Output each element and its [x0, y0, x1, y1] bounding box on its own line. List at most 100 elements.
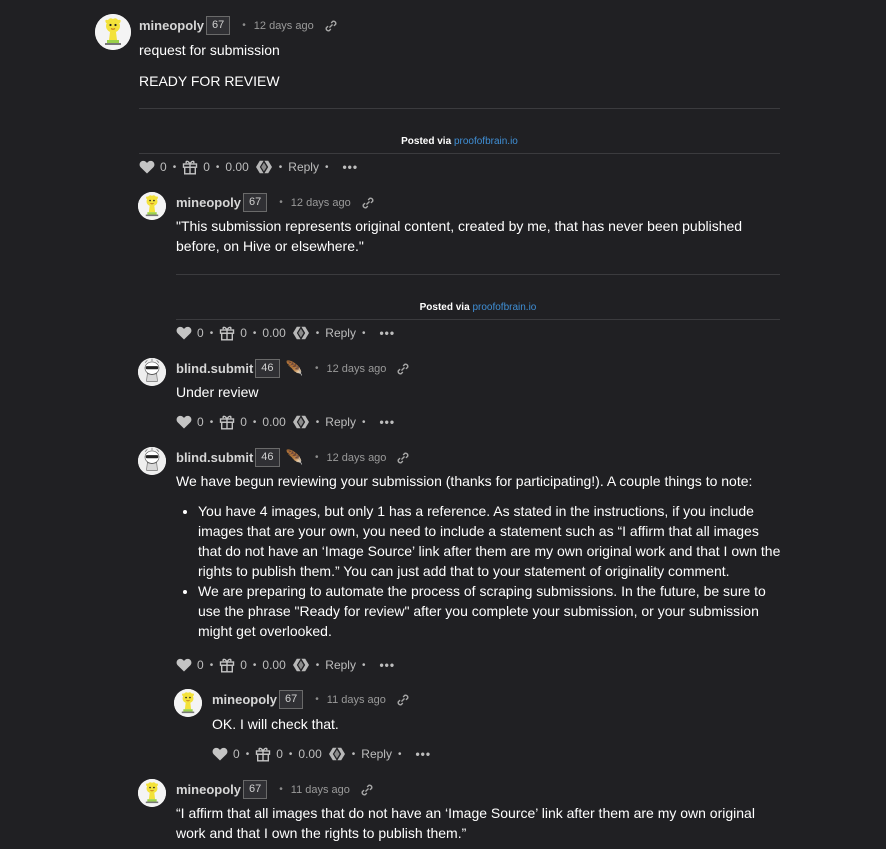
- list-item: We are preparing to automate the process…: [198, 581, 784, 641]
- comment-body: "This submission represents original con…: [176, 218, 743, 254]
- gift-icon[interactable]: [255, 746, 271, 762]
- reputation-badge: 67: [279, 690, 304, 709]
- gift-icon[interactable]: [219, 414, 235, 430]
- hive-icon: [292, 415, 310, 429]
- payout-value[interactable]: 0.00: [262, 658, 285, 672]
- vote-count[interactable]: 0: [197, 326, 204, 340]
- vote-count[interactable]: 0: [197, 658, 204, 672]
- permalink-icon[interactable]: [360, 783, 374, 797]
- upvote-heart-icon[interactable]: [176, 326, 192, 340]
- reply-button[interactable]: Reply: [325, 658, 356, 672]
- upvote-heart-icon[interactable]: [212, 747, 228, 761]
- blind-submit-avatar-icon: [138, 358, 166, 386]
- mineopoly-avatar-icon: [138, 192, 166, 220]
- separator-dot: •: [278, 161, 283, 173]
- permalink-icon[interactable]: [396, 362, 410, 376]
- separator-dot: •: [215, 161, 220, 173]
- separator-dot: •: [245, 748, 250, 760]
- more-options-button[interactable]: •••: [379, 415, 395, 429]
- comment-header: blind.submit 46 🪶 • 12 days ago: [176, 359, 410, 378]
- more-options-button[interactable]: •••: [379, 658, 395, 672]
- comment-actions: 0 • 0 • 0.00 • Reply • •••: [176, 325, 395, 341]
- gift-count: 0: [240, 658, 247, 672]
- upvote-heart-icon[interactable]: [176, 415, 192, 429]
- mineopoly-avatar-icon: [174, 689, 202, 717]
- separator-dot: •: [361, 416, 366, 428]
- separator-dot: •: [209, 416, 214, 428]
- timestamp[interactable]: 12 days ago: [326, 452, 386, 464]
- payout-value[interactable]: 0.00: [262, 326, 285, 340]
- hive-icon: [292, 658, 310, 672]
- author-name[interactable]: mineopoly: [139, 18, 204, 33]
- comment-actions: 0 • 0 • 0.00 • Reply • •••: [139, 159, 358, 175]
- separator-dot: •: [252, 416, 257, 428]
- comment-body-line: READY FOR REVIEW: [139, 73, 280, 89]
- payout-value[interactable]: 0.00: [225, 160, 248, 174]
- posted-via-link[interactable]: proofofbrain.io: [454, 136, 518, 147]
- avatar[interactable]: [138, 358, 166, 386]
- reputation-badge: 46: [255, 448, 280, 467]
- reputation-badge: 67: [243, 193, 268, 212]
- separator-dot: •: [172, 161, 177, 173]
- reply-button[interactable]: Reply: [288, 160, 319, 174]
- author-name[interactable]: blind.submit: [176, 361, 253, 376]
- reply-button[interactable]: Reply: [361, 747, 392, 761]
- author-name[interactable]: mineopoly: [176, 195, 241, 210]
- separator-dot: •: [279, 197, 283, 208]
- author-name[interactable]: blind.submit: [176, 450, 253, 465]
- hive-icon: [292, 326, 310, 340]
- more-options-button[interactable]: •••: [342, 160, 358, 174]
- divider: [139, 153, 780, 154]
- permalink-icon[interactable]: [396, 693, 410, 707]
- payout-value[interactable]: 0.00: [262, 415, 285, 429]
- timestamp[interactable]: 12 days ago: [326, 363, 386, 375]
- vote-count[interactable]: 0: [160, 160, 167, 174]
- separator-dot: •: [315, 659, 320, 671]
- timestamp[interactable]: 12 days ago: [291, 197, 351, 209]
- more-options-button[interactable]: •••: [415, 747, 431, 761]
- avatar[interactable]: [174, 689, 202, 717]
- hive-icon: [255, 160, 273, 174]
- posted-via-label: Posted via: [419, 302, 470, 313]
- hive-icon: [328, 747, 346, 761]
- reply-button[interactable]: Reply: [325, 326, 356, 340]
- separator-dot: •: [351, 748, 356, 760]
- avatar[interactable]: [95, 14, 131, 50]
- feather-icon: 🪶: [285, 360, 303, 376]
- timestamp[interactable]: 11 days ago: [327, 694, 386, 706]
- separator-dot: •: [252, 659, 257, 671]
- vote-count[interactable]: 0: [197, 415, 204, 429]
- reply-button[interactable]: Reply: [325, 415, 356, 429]
- gift-icon[interactable]: [219, 657, 235, 673]
- mineopoly-avatar-icon: [138, 779, 166, 807]
- separator-dot: •: [279, 784, 283, 795]
- separator-dot: •: [314, 452, 319, 463]
- timestamp[interactable]: 12 days ago: [254, 20, 314, 32]
- divider: [176, 274, 780, 275]
- payout-value[interactable]: 0.00: [298, 747, 321, 761]
- posted-via-link[interactable]: proofofbrain.io: [472, 302, 536, 313]
- permalink-icon[interactable]: [361, 196, 375, 210]
- comment-actions: 0 • 0 • 0.00 • Reply • •••: [176, 414, 395, 430]
- timestamp[interactable]: 11 days ago: [291, 784, 350, 796]
- avatar[interactable]: [138, 447, 166, 475]
- more-options-button[interactable]: •••: [379, 326, 395, 340]
- gift-icon[interactable]: [182, 159, 198, 175]
- avatar[interactable]: [138, 192, 166, 220]
- upvote-heart-icon[interactable]: [139, 160, 155, 174]
- vote-count[interactable]: 0: [233, 747, 240, 761]
- separator-dot: •: [315, 694, 319, 705]
- separator-dot: •: [315, 416, 320, 428]
- avatar[interactable]: [138, 779, 166, 807]
- separator-dot: •: [314, 363, 319, 374]
- author-name[interactable]: mineopoly: [212, 692, 277, 707]
- upvote-heart-icon[interactable]: [176, 658, 192, 672]
- permalink-icon[interactable]: [324, 19, 338, 33]
- permalink-icon[interactable]: [396, 451, 410, 465]
- reputation-badge: 67: [243, 780, 268, 799]
- gift-icon[interactable]: [219, 325, 235, 341]
- gift-count: 0: [240, 326, 247, 340]
- reputation-badge: 67: [206, 16, 231, 35]
- bullet-list: You have 4 images, but only 1 has a refe…: [176, 501, 784, 641]
- author-name[interactable]: mineopoly: [176, 782, 241, 797]
